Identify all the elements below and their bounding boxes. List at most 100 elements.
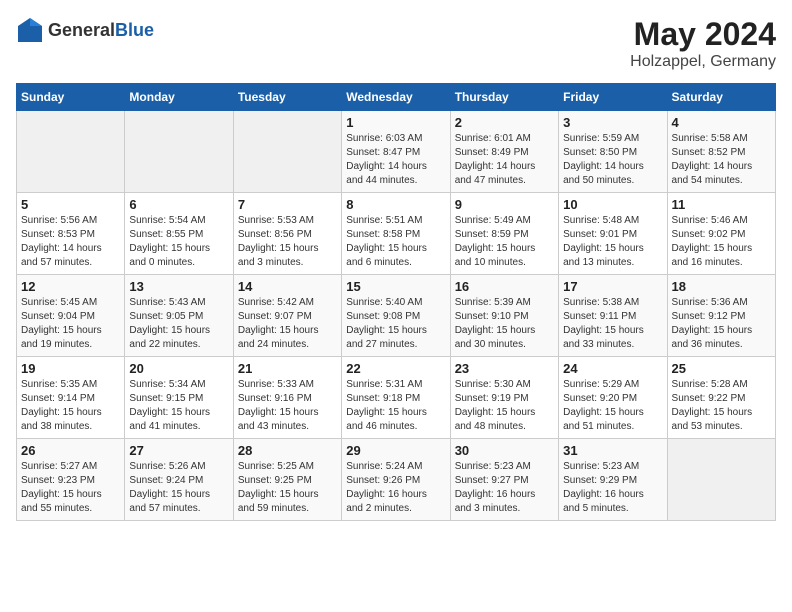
calendar-cell: 30 Sunrise: 5:23 AM Sunset: 9:27 PM Dayli…	[450, 439, 558, 521]
calendar-cell: 12Sunrise: 5:45 AM Sunset: 9:04 PM Dayli…	[17, 275, 125, 357]
calendar-cell: 14 Sunrise: 5:42 AM Sunset: 9:07 PM Dayli…	[233, 275, 341, 357]
cell-content: Sunrise: 5:24 AM Sunset: 9:26 PM Dayligh…	[346, 460, 445, 516]
calendar-cell: 25 Sunrise: 5:28 AM Sunset: 9:22 PM Dayli…	[667, 357, 775, 439]
calendar-cell: 1 Sunrise: 6:03 AM Sunset: 8:47 PM Daylig…	[342, 111, 450, 193]
week-row-3: 12Sunrise: 5:45 AM Sunset: 9:04 PM Dayli…	[17, 275, 776, 357]
cell-content: Sunrise: 5:27 AM Sunset: 9:23 PM Dayligh…	[21, 460, 120, 516]
cell-content: Sunrise: 5:42 AM Sunset: 9:07 PM Dayligh…	[238, 296, 337, 352]
cell-content: Sunrise: 5:30 AM Sunset: 9:19 PM Dayligh…	[455, 378, 554, 434]
cell-content: Sunrise: 5:54 AM Sunset: 8:55 PM Dayligh…	[129, 214, 228, 270]
header-day-monday: Monday	[125, 84, 233, 111]
header-day-saturday: Saturday	[667, 84, 775, 111]
day-number: 22	[346, 361, 445, 376]
day-number: 30	[455, 443, 554, 458]
day-number: 8	[346, 197, 445, 212]
cell-content: Sunrise: 5:33 AM Sunset: 9:16 PM Dayligh…	[238, 378, 337, 434]
calendar-cell: 10Sunrise: 5:48 AM Sunset: 9:01 PM Dayli…	[559, 193, 667, 275]
day-number: 4	[672, 115, 771, 130]
logo-blue-text: Blue	[115, 20, 154, 40]
calendar-cell: 15 Sunrise: 5:40 AM Sunset: 9:08 PM Dayli…	[342, 275, 450, 357]
calendar-cell: 6 Sunrise: 5:54 AM Sunset: 8:55 PM Daylig…	[125, 193, 233, 275]
calendar-cell: 16Sunrise: 5:39 AM Sunset: 9:10 PM Dayli…	[450, 275, 558, 357]
calendar-cell	[233, 111, 341, 193]
calendar-cell: 7 Sunrise: 5:53 AM Sunset: 8:56 PM Daylig…	[233, 193, 341, 275]
calendar-cell: 20 Sunrise: 5:34 AM Sunset: 9:15 PM Dayli…	[125, 357, 233, 439]
day-number: 19	[21, 361, 120, 376]
cell-content: Sunrise: 5:43 AM Sunset: 9:05 PM Dayligh…	[129, 296, 228, 352]
cell-content: Sunrise: 6:03 AM Sunset: 8:47 PM Dayligh…	[346, 132, 445, 188]
calendar-cell	[667, 439, 775, 521]
calendar-cell	[125, 111, 233, 193]
day-number: 18	[672, 279, 771, 294]
calendar-cell: 31Sunrise: 5:23 AM Sunset: 9:29 PM Dayli…	[559, 439, 667, 521]
cell-content: Sunrise: 5:40 AM Sunset: 9:08 PM Dayligh…	[346, 296, 445, 352]
calendar-cell: 8 Sunrise: 5:51 AM Sunset: 8:58 PM Daylig…	[342, 193, 450, 275]
calendar-cell: 28Sunrise: 5:25 AM Sunset: 9:25 PM Dayli…	[233, 439, 341, 521]
day-number: 26	[21, 443, 120, 458]
cell-content: Sunrise: 5:38 AM Sunset: 9:11 PM Dayligh…	[563, 296, 662, 352]
calendar-cell: 24 Sunrise: 5:29 AM Sunset: 9:20 PM Dayli…	[559, 357, 667, 439]
generalblue-logo-icon	[16, 16, 44, 44]
week-row-5: 26 Sunrise: 5:27 AM Sunset: 9:23 PM Dayli…	[17, 439, 776, 521]
day-number: 31	[563, 443, 662, 458]
day-number: 3	[563, 115, 662, 130]
title-section: May 2024 Holzappel, Germany	[630, 16, 776, 71]
day-number: 24	[563, 361, 662, 376]
cell-content: Sunrise: 5:46 AM Sunset: 9:02 PM Dayligh…	[672, 214, 771, 270]
day-number: 1	[346, 115, 445, 130]
calendar-cell: 5 Sunrise: 5:56 AM Sunset: 8:53 PM Daylig…	[17, 193, 125, 275]
calendar-cell: 19 Sunrise: 5:35 AM Sunset: 9:14 PM Dayli…	[17, 357, 125, 439]
cell-content: Sunrise: 5:36 AM Sunset: 9:12 PM Dayligh…	[672, 296, 771, 352]
calendar-cell: 18 Sunrise: 5:36 AM Sunset: 9:12 PM Dayli…	[667, 275, 775, 357]
day-number: 17	[563, 279, 662, 294]
cell-content: Sunrise: 5:39 AM Sunset: 9:10 PM Dayligh…	[455, 296, 554, 352]
calendar-subtitle: Holzappel, Germany	[630, 53, 776, 71]
day-number: 15	[346, 279, 445, 294]
cell-content: Sunrise: 5:59 AM Sunset: 8:50 PM Dayligh…	[563, 132, 662, 188]
day-number: 5	[21, 197, 120, 212]
header-day-sunday: Sunday	[17, 84, 125, 111]
calendar-table: SundayMondayTuesdayWednesdayThursdayFrid…	[16, 83, 776, 521]
day-number: 9	[455, 197, 554, 212]
cell-content: Sunrise: 5:25 AM Sunset: 9:25 PM Dayligh…	[238, 460, 337, 516]
calendar-cell: 13Sunrise: 5:43 AM Sunset: 9:05 PM Dayli…	[125, 275, 233, 357]
calendar-cell: 17 Sunrise: 5:38 AM Sunset: 9:11 PM Dayli…	[559, 275, 667, 357]
header-day-thursday: Thursday	[450, 84, 558, 111]
calendar-cell: 9Sunrise: 5:49 AM Sunset: 8:59 PM Daylig…	[450, 193, 558, 275]
calendar-title: May 2024	[630, 16, 776, 53]
page-header: GeneralBlue May 2024 Holzappel, Germany	[16, 16, 776, 71]
cell-content: Sunrise: 5:45 AM Sunset: 9:04 PM Dayligh…	[21, 296, 120, 352]
cell-content: Sunrise: 5:35 AM Sunset: 9:14 PM Dayligh…	[21, 378, 120, 434]
cell-content: Sunrise: 5:28 AM Sunset: 9:22 PM Dayligh…	[672, 378, 771, 434]
header-day-wednesday: Wednesday	[342, 84, 450, 111]
cell-content: Sunrise: 5:26 AM Sunset: 9:24 PM Dayligh…	[129, 460, 228, 516]
calendar-cell: 29Sunrise: 5:24 AM Sunset: 9:26 PM Dayli…	[342, 439, 450, 521]
day-number: 6	[129, 197, 228, 212]
day-number: 25	[672, 361, 771, 376]
day-number: 20	[129, 361, 228, 376]
cell-content: Sunrise: 5:51 AM Sunset: 8:58 PM Dayligh…	[346, 214, 445, 270]
cell-content: Sunrise: 5:34 AM Sunset: 9:15 PM Dayligh…	[129, 378, 228, 434]
day-number: 27	[129, 443, 228, 458]
calendar-cell: 27 Sunrise: 5:26 AM Sunset: 9:24 PM Dayli…	[125, 439, 233, 521]
day-number: 14	[238, 279, 337, 294]
cell-content: Sunrise: 6:01 AM Sunset: 8:49 PM Dayligh…	[455, 132, 554, 188]
calendar-cell: 3 Sunrise: 5:59 AM Sunset: 8:50 PM Daylig…	[559, 111, 667, 193]
logo: GeneralBlue	[16, 16, 154, 44]
calendar-header: SundayMondayTuesdayWednesdayThursdayFrid…	[17, 84, 776, 111]
cell-content: Sunrise: 5:56 AM Sunset: 8:53 PM Dayligh…	[21, 214, 120, 270]
cell-content: Sunrise: 5:23 AM Sunset: 9:27 PM Dayligh…	[455, 460, 554, 516]
calendar-cell: 26 Sunrise: 5:27 AM Sunset: 9:23 PM Dayli…	[17, 439, 125, 521]
calendar-cell: 21 Sunrise: 5:33 AM Sunset: 9:16 PM Dayli…	[233, 357, 341, 439]
header-row: SundayMondayTuesdayWednesdayThursdayFrid…	[17, 84, 776, 111]
calendar-cell: 11Sunrise: 5:46 AM Sunset: 9:02 PM Dayli…	[667, 193, 775, 275]
calendar-body: 1 Sunrise: 6:03 AM Sunset: 8:47 PM Daylig…	[17, 111, 776, 521]
day-number: 21	[238, 361, 337, 376]
cell-content: Sunrise: 5:53 AM Sunset: 8:56 PM Dayligh…	[238, 214, 337, 270]
header-day-friday: Friday	[559, 84, 667, 111]
calendar-cell	[17, 111, 125, 193]
day-number: 7	[238, 197, 337, 212]
calendar-cell: 23Sunrise: 5:30 AM Sunset: 9:19 PM Dayli…	[450, 357, 558, 439]
cell-content: Sunrise: 5:29 AM Sunset: 9:20 PM Dayligh…	[563, 378, 662, 434]
calendar-cell: 4Sunrise: 5:58 AM Sunset: 8:52 PM Daylig…	[667, 111, 775, 193]
